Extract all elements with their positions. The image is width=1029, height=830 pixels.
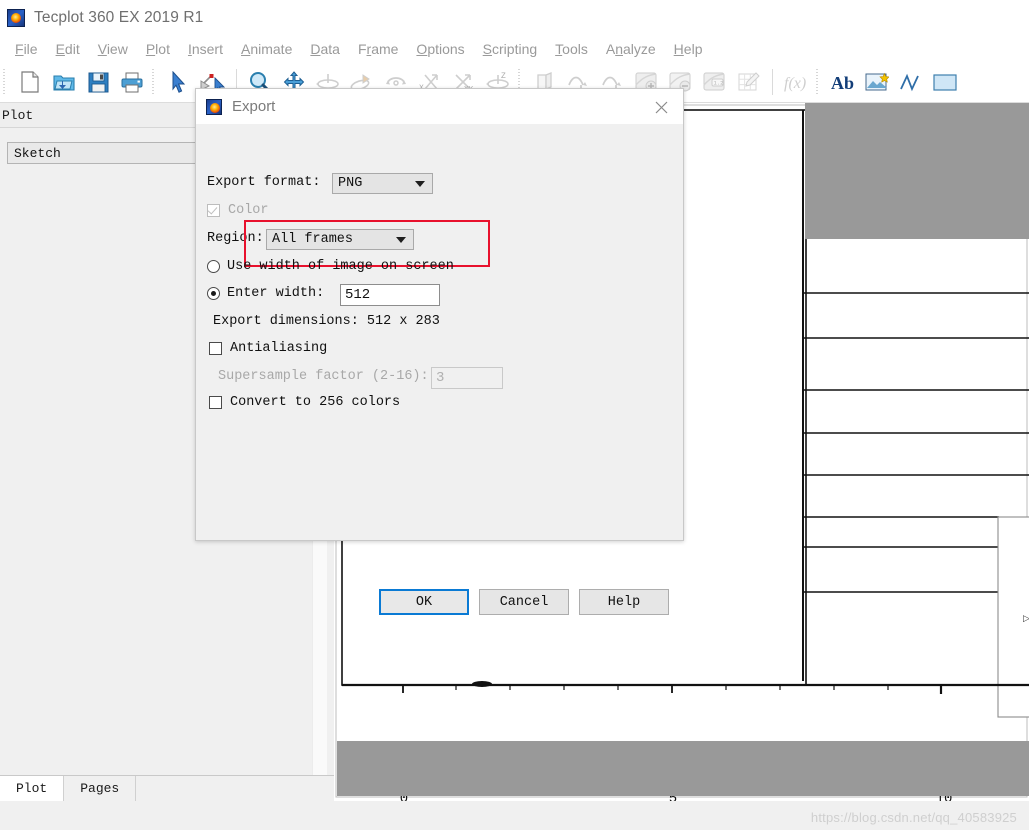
open-folder-icon[interactable] (47, 66, 81, 98)
export-dialog-title: Export (232, 98, 276, 115)
color-label: Color (228, 203, 269, 218)
convert-colors-label: Convert to 256 colors (230, 395, 401, 410)
convert-colors-row[interactable]: Convert to 256 colors (209, 395, 400, 410)
menu-file[interactable]: File (6, 41, 47, 57)
enter-width-radio[interactable] (207, 287, 220, 300)
enter-width-row[interactable]: Enter width: (207, 286, 324, 301)
text-ab-icon[interactable]: Ab (826, 66, 860, 98)
watermark-text: https://blog.csdn.net/qq_40583925 (810, 810, 1017, 825)
svg-text:▷: ▷ (1023, 614, 1029, 624)
svg-text:Z: Z (501, 72, 506, 81)
mesh-edit-icon[interactable] (732, 66, 766, 98)
antialiasing-row[interactable]: Antialiasing (209, 341, 327, 356)
tab-plot[interactable]: Plot (0, 776, 65, 801)
canvas-gray-region-bottom (337, 741, 1029, 796)
menu-data[interactable]: Data (301, 41, 349, 57)
svg-text:Ab: Ab (831, 73, 854, 93)
svg-text:f(x): f(x) (784, 75, 806, 92)
window-title: Tecplot 360 EX 2019 R1 (34, 9, 204, 26)
close-icon[interactable] (647, 96, 675, 118)
use-screen-width-label: Use width of image on screen (227, 259, 454, 274)
polyline-icon[interactable] (894, 66, 928, 98)
ok-button[interactable]: OK (379, 589, 469, 615)
enter-width-label: Enter width: (227, 286, 325, 301)
image-insert-icon[interactable] (860, 66, 894, 98)
use-screen-width-row[interactable]: Use width of image on screen (207, 259, 454, 274)
toolbar-separator-2 (772, 69, 773, 95)
new-file-icon[interactable] (13, 66, 47, 98)
color-checkbox-row[interactable]: Color (207, 203, 269, 218)
toolbar-grip-4[interactable] (815, 69, 822, 95)
antialiasing-checkbox[interactable] (209, 342, 222, 355)
use-screen-width-radio[interactable] (207, 260, 220, 273)
menu-edit[interactable]: Edit (47, 41, 89, 57)
plot-type-value: Sketch (14, 145, 61, 161)
supersample-value: 3 (436, 370, 445, 386)
export-dimensions-row: Export dimensions: 512 x 283 (213, 314, 440, 329)
supersample-input[interactable]: 3 (431, 367, 503, 389)
tab-pages[interactable]: Pages (64, 776, 137, 801)
chevron-down-icon (415, 180, 425, 187)
sidebar-header-label: Plot (2, 107, 34, 123)
rectangle-icon[interactable] (928, 66, 962, 98)
contour-label-icon[interactable]: 1.2 (698, 66, 732, 98)
bottom-tab-strip: Plot Pages (0, 775, 334, 801)
menu-tools[interactable]: Tools (546, 41, 597, 57)
window-titlebar: Tecplot 360 EX 2019 R1 (0, 0, 1029, 36)
menu-help[interactable]: Help (665, 41, 712, 57)
canvas-gray-region-right (805, 103, 1029, 239)
export-format-row: Export format: (207, 175, 320, 190)
export-format-value: PNG (338, 176, 363, 191)
menu-view[interactable]: View (89, 41, 137, 57)
menu-frame[interactable]: Frame (349, 41, 407, 57)
export-format-label: Export format: (207, 175, 321, 190)
supersample-row: Supersample factor (2-16): (218, 369, 429, 384)
color-checkbox[interactable] (207, 204, 220, 217)
application-window: Tecplot 360 EX 2019 R1 File Edit View Pl… (0, 0, 1029, 830)
enter-width-input[interactable]: 512 (340, 284, 440, 306)
select-arrow-icon[interactable] (162, 66, 196, 98)
equation-fx-icon[interactable]: f(x) (779, 66, 813, 98)
toolbar-grip[interactable] (2, 69, 9, 95)
save-disk-icon[interactable] (81, 66, 115, 98)
supersample-label: Supersample factor (2-16): (218, 369, 429, 384)
menu-animate[interactable]: Animate (232, 41, 301, 57)
export-dialog-body: Export format: PNG Color Region: All fra… (196, 124, 683, 615)
menu-analyze[interactable]: Analyze (597, 41, 665, 57)
menu-insert[interactable]: Insert (179, 41, 232, 57)
tecplot-logo-icon (206, 98, 222, 115)
menubar: File Edit View Plot Insert Animate Data … (0, 36, 1029, 62)
enter-width-value: 512 (345, 287, 371, 303)
svg-text:1.2: 1.2 (714, 80, 724, 87)
convert-colors-checkbox[interactable] (209, 396, 222, 409)
help-button[interactable]: Help (579, 589, 669, 615)
export-dimensions-text: Export dimensions: 512 x 283 (213, 314, 440, 329)
print-icon[interactable] (115, 66, 149, 98)
export-dialog: Export Export format: PNG Color Region: (195, 88, 684, 615)
toolbar-grip-2[interactable] (151, 69, 158, 95)
menu-plot[interactable]: Plot (137, 41, 179, 57)
export-format-combo[interactable]: PNG (332, 173, 433, 194)
antialiasing-label: Antialiasing (230, 341, 328, 356)
tecplot-logo-icon (7, 9, 25, 27)
menu-scripting[interactable]: Scripting (474, 41, 546, 57)
export-dialog-titlebar: Export (196, 89, 683, 124)
cancel-button[interactable]: Cancel (479, 589, 569, 615)
menu-options[interactable]: Options (407, 41, 473, 57)
